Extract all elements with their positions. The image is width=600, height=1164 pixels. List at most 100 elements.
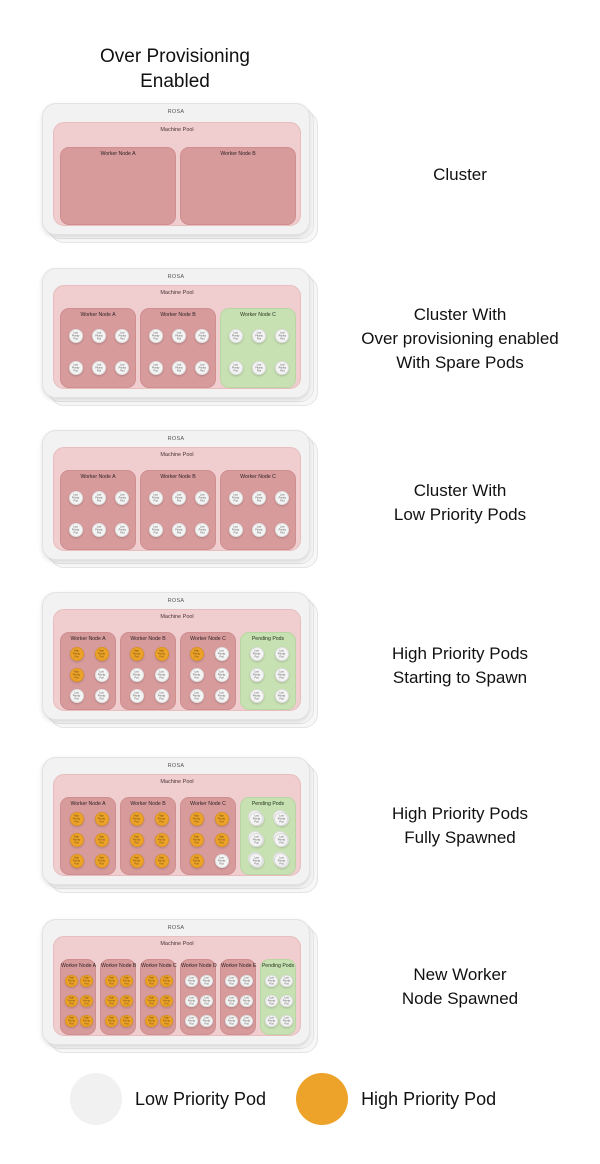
low-priority-pod: Low Priority Pod <box>200 1014 213 1028</box>
low-priority-pod: Low Priority Pod <box>272 810 289 827</box>
pod-label: Low Priority Pod <box>255 363 263 373</box>
rosa-label: ROSA <box>167 925 185 931</box>
low-priority-pod: Low Priority Pod <box>228 361 243 375</box>
high-priority-pod: High Priority Pod <box>189 647 204 662</box>
pod-label: Low Priority Pod <box>277 691 286 701</box>
low-priority-pod: Low Priority Pod <box>274 647 289 662</box>
low-priority-pod: Low Priority Pod <box>274 668 289 682</box>
worker-node-1: Worker Node A High Priority Pod High Prior… <box>60 959 96 1035</box>
pod-label: Low Priority Pod <box>242 976 251 986</box>
pod-label: Low Priority Pod <box>277 814 286 824</box>
pod-label: Low Priority Pod <box>217 691 226 701</box>
high-priority-pod: High Priority Pod <box>145 974 158 988</box>
low-priority-pod: Low Priority Pod <box>265 1014 278 1028</box>
node-label: Worker Node B <box>220 151 256 157</box>
pod-label: Low Priority Pod <box>282 1016 291 1026</box>
pod-label: Low Priority Pod <box>198 525 207 535</box>
pod-label: Low Priority Pod <box>231 525 240 535</box>
machine-pool-label: Machine Pool <box>160 452 194 458</box>
pod-label: Low Priority Pod <box>132 691 141 701</box>
pod-label: High Priority Pod <box>192 649 201 659</box>
low-priority-pod: Low Priority Pod <box>252 329 266 343</box>
pod-label: High Priority Pod <box>132 856 141 866</box>
rosa-cluster-4: ROSA Machine Pool Worker Node A High Priori… <box>42 592 310 720</box>
pod-label: Low Priority Pod <box>255 331 263 341</box>
rosa-cluster-6: ROSA Machine Pool Worker Node A High Priori… <box>42 919 310 1045</box>
legend-item-high-priority: High Priority Pod <box>296 1073 496 1125</box>
rosa-cluster-5: ROSA Machine Pool Worker Node A High Priori… <box>42 757 310 885</box>
low-priority-pod: Low Priority Pod <box>172 491 186 505</box>
low-priority-pod: Low Priority Pod <box>247 810 264 827</box>
pod-label: Low Priority Pod <box>252 856 261 866</box>
pod-label: Low Priority Pod <box>252 691 261 701</box>
pod-label: Low Priority Pod <box>187 976 196 986</box>
worker-node-1: Worker Node A High Priority Pod High Prior… <box>60 797 116 875</box>
node-label: Pending Pods <box>261 963 295 969</box>
pod-label: Low Priority Pod <box>151 363 160 373</box>
low-priority-pod: Low Priority Pod <box>92 361 106 375</box>
row-caption-4: High Priority Pods Starting to Spawn <box>391 644 529 687</box>
pod-label: High Priority Pod <box>67 1016 76 1026</box>
pod-label: Low Priority Pod <box>227 996 236 1006</box>
low-priority-pod: Low Priority Pod <box>172 523 186 537</box>
high-priority-pod: High Priority Pod <box>105 1014 118 1028</box>
pod-label: High Priority Pod <box>97 856 106 866</box>
pod-label: Low Priority Pod <box>217 856 226 866</box>
high-priority-pod: High Priority Pod <box>145 1014 158 1028</box>
node-label: Worker Node B <box>160 312 196 318</box>
worker-node-2: Worker Node B Low Priority Pod Low Priorit… <box>140 308 216 388</box>
low-priority-pod: Low Priority Pod <box>189 688 204 703</box>
node-label: Worker Node B <box>101 963 137 969</box>
pod-label: Low Priority Pod <box>95 331 103 341</box>
pod-label: Low Priority Pod <box>95 493 103 503</box>
pod-label: Low Priority Pod <box>157 670 166 680</box>
node-label: Worker Node B <box>130 636 166 642</box>
low-priority-pod: Low Priority Pod <box>68 491 83 505</box>
legend-label-high-priority: High Priority Pod <box>361 1088 497 1109</box>
node-label: Worker Node A <box>80 474 116 480</box>
low-priority-pod: Low Priority Pod <box>249 688 264 703</box>
pod-label: Low Priority Pod <box>267 996 276 1006</box>
pod-label: High Priority Pod <box>67 996 76 1006</box>
low-priority-pod: Low Priority Pod <box>228 329 243 343</box>
pod-label: Low Priority Pod <box>198 331 207 341</box>
low-priority-pod: Low Priority Pod <box>185 974 198 988</box>
low-priority-pod: Low Priority Pod <box>129 688 144 703</box>
low-priority-pod: Low Priority Pod <box>252 361 266 375</box>
pod-label: Low Priority Pod <box>72 691 81 701</box>
pod-label: High Priority Pod <box>147 1016 156 1026</box>
pod-label: Low Priority Pod <box>175 525 183 535</box>
low-priority-pod: Low Priority Pod <box>265 994 278 1008</box>
low-priority-pod: Low Priority Pod <box>94 688 109 703</box>
node-label: Worker Node C <box>190 801 226 807</box>
low-priority-pod: Low Priority Pod <box>200 974 213 988</box>
low-priority-pod: Low Priority Pod <box>115 523 130 537</box>
pod-label: Low Priority Pod <box>242 996 251 1006</box>
pod-label: High Priority Pod <box>82 976 91 986</box>
machine-pool: Machine Pool Worker Node A Worker Node B <box>53 122 301 226</box>
worker-node-3: Worker Node C Low Priority Pod Low Priorit… <box>220 308 296 388</box>
pod-label: Low Priority Pod <box>187 1016 196 1026</box>
low-priority-pod: Low Priority Pod <box>214 688 229 703</box>
worker-node-6: Pending Pods Low Priority Pod Low Priority… <box>260 959 296 1035</box>
low-priority-pod: Low Priority Pod <box>195 329 210 343</box>
high-priority-pod: High Priority Pod <box>120 1014 133 1028</box>
pod-label: High Priority Pod <box>217 835 226 845</box>
high-priority-pod: High Priority Pod <box>160 994 173 1008</box>
pod-label: Low Priority Pod <box>217 670 226 680</box>
machine-pool: Machine Pool Worker Node A High Priority P… <box>53 936 301 1036</box>
low-priority-pod: Low Priority Pod <box>249 647 264 662</box>
high-priority-pod: High Priority Pod <box>154 833 169 847</box>
high-priority-pod: High Priority Pod <box>69 647 84 662</box>
high-priority-pod: High Priority Pod <box>154 853 169 868</box>
low-priority-pod: Low Priority Pod <box>240 974 253 988</box>
high-priority-pod: High Priority Pod <box>105 974 118 988</box>
pod-label: Low Priority Pod <box>95 363 103 373</box>
low-priority-pod: Low Priority Pod <box>148 361 163 375</box>
low-priority-pod: Low Priority Pod <box>247 831 264 847</box>
pod-label: Low Priority Pod <box>282 996 291 1006</box>
pod-label: Low Priority Pod <box>242 1016 251 1026</box>
low-priority-pod: Low Priority Pod <box>214 668 229 682</box>
pod-label: Low Priority Pod <box>255 525 263 535</box>
pod-label: High Priority Pod <box>132 814 141 824</box>
